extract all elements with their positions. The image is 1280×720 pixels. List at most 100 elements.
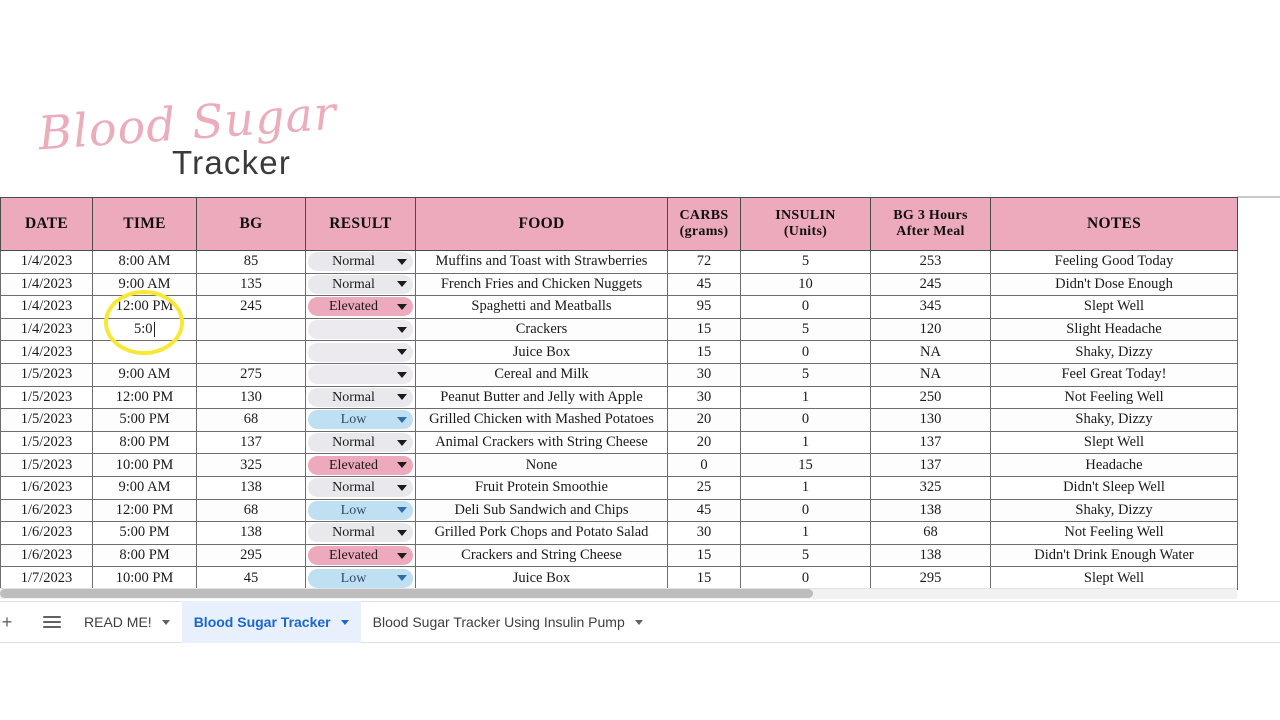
cell-notes[interactable]: Feeling Good Today bbox=[990, 250, 1238, 274]
cell-bg3[interactable]: 245 bbox=[870, 272, 991, 297]
chevron-down-icon[interactable] bbox=[397, 552, 407, 559]
cell-notes[interactable]: Not Feeling Well bbox=[990, 385, 1238, 410]
cell-bg3[interactable]: 345 bbox=[870, 295, 991, 319]
column-header-bg3[interactable]: BG 3 Hours After Meal bbox=[870, 197, 991, 251]
chevron-down-icon[interactable] bbox=[397, 462, 407, 469]
column-header-food[interactable]: FOOD bbox=[415, 197, 668, 251]
cell-date[interactable]: 1/6/2023 bbox=[0, 475, 93, 500]
cell-result[interactable]: Elevated bbox=[305, 295, 416, 319]
cell-insulin[interactable]: 5 bbox=[740, 543, 871, 568]
cell-insulin[interactable]: 1 bbox=[740, 521, 871, 545]
chevron-down-icon[interactable] bbox=[397, 371, 407, 378]
result-dropdown-chip[interactable] bbox=[308, 342, 413, 362]
cell-date[interactable]: 1/4/2023 bbox=[0, 272, 93, 297]
cell-time[interactable]: 12:00 PM bbox=[92, 295, 197, 319]
cell-bg3[interactable]: 138 bbox=[870, 543, 991, 568]
cell-food[interactable]: None bbox=[415, 453, 668, 477]
cell-time[interactable] bbox=[92, 340, 197, 364]
result-dropdown-chip[interactable]: Low bbox=[308, 410, 413, 430]
all-sheets-hamburger-icon[interactable] bbox=[32, 602, 72, 642]
cell-bg[interactable]: 45 bbox=[196, 566, 306, 590]
cell-time[interactable]: 8:00 AM bbox=[92, 250, 197, 274]
result-dropdown-chip[interactable]: Elevated bbox=[308, 297, 413, 317]
cell-notes[interactable]: Slight Headache bbox=[990, 317, 1238, 342]
cell-date[interactable]: 1/4/2023 bbox=[0, 340, 93, 364]
cell-carbs[interactable]: 72 bbox=[667, 250, 741, 274]
cell-bg3[interactable]: 137 bbox=[870, 453, 991, 477]
result-dropdown-chip[interactable]: Normal bbox=[308, 433, 413, 453]
cell-notes[interactable]: Slept Well bbox=[990, 566, 1238, 590]
cell-time[interactable]: 5:00 PM bbox=[92, 408, 197, 432]
cell-insulin[interactable]: 0 bbox=[740, 408, 871, 432]
cell-insulin[interactable]: 0 bbox=[740, 340, 871, 364]
cell-date[interactable]: 1/4/2023 bbox=[0, 295, 93, 319]
add-sheet-icon[interactable]: + bbox=[0, 607, 22, 637]
cell-bg[interactable]: 295 bbox=[196, 543, 306, 568]
cell-time[interactable]: 9:00 AM bbox=[92, 362, 197, 387]
cell-insulin[interactable]: 5 bbox=[740, 317, 871, 342]
cell-food[interactable]: Grilled Chicken with Mashed Potatoes bbox=[415, 408, 668, 432]
cell-time[interactable]: 12:00 PM bbox=[92, 385, 197, 410]
column-header-notes[interactable]: NOTES bbox=[990, 197, 1238, 251]
cell-time[interactable]: 10:00 PM bbox=[92, 566, 197, 590]
cell-notes[interactable]: Slept Well bbox=[990, 430, 1238, 455]
chevron-down-icon[interactable] bbox=[397, 529, 407, 536]
cell-time[interactable]: 12:00 PM bbox=[92, 498, 197, 523]
result-dropdown-chip[interactable]: Normal bbox=[308, 478, 413, 498]
cell-food[interactable]: Deli Sub Sandwich and Chips bbox=[415, 498, 668, 523]
chevron-down-icon[interactable] bbox=[634, 619, 643, 625]
cell-bg3[interactable]: 68 bbox=[870, 521, 991, 545]
cell-notes[interactable]: Feel Great Today! bbox=[990, 362, 1238, 387]
cell-notes[interactable]: Headache bbox=[990, 453, 1238, 477]
cell-food[interactable]: Cereal and Milk bbox=[415, 362, 668, 387]
result-dropdown-chip[interactable]: Low bbox=[308, 500, 413, 520]
column-header-carbs[interactable]: CARBS (grams) bbox=[667, 197, 741, 251]
chevron-down-icon[interactable] bbox=[397, 258, 407, 265]
cell-date[interactable]: 1/6/2023 bbox=[0, 498, 93, 523]
cell-date[interactable]: 1/4/2023 bbox=[0, 250, 93, 274]
cell-result[interactable]: Normal bbox=[305, 385, 416, 410]
cell-insulin[interactable]: 5 bbox=[740, 250, 871, 274]
chevron-down-icon[interactable] bbox=[397, 303, 407, 310]
cell-date[interactable]: 1/5/2023 bbox=[0, 385, 93, 410]
cell-result[interactable]: Normal bbox=[305, 272, 416, 297]
cell-date[interactable]: 1/6/2023 bbox=[0, 521, 93, 545]
chevron-down-icon[interactable] bbox=[161, 619, 170, 625]
cell-bg3[interactable]: 137 bbox=[870, 430, 991, 455]
cell-bg[interactable]: 130 bbox=[196, 385, 306, 410]
cell-notes[interactable]: Shaky, Dizzy bbox=[990, 408, 1238, 432]
cell-bg3[interactable]: 250 bbox=[870, 385, 991, 410]
cell-date[interactable]: 1/5/2023 bbox=[0, 430, 93, 455]
chevron-down-icon[interactable] bbox=[397, 439, 407, 446]
cell-carbs[interactable]: 25 bbox=[667, 475, 741, 500]
cell-food[interactable]: Fruit Protein Smoothie bbox=[415, 475, 668, 500]
cell-notes[interactable]: Not Feeling Well bbox=[990, 521, 1238, 545]
cell-carbs[interactable]: 30 bbox=[667, 521, 741, 545]
cell-food[interactable]: Spaghetti and Meatballs bbox=[415, 295, 668, 319]
cell-notes[interactable]: Shaky, Dizzy bbox=[990, 340, 1238, 364]
cell-bg[interactable]: 68 bbox=[196, 498, 306, 523]
cell-result[interactable]: Normal bbox=[305, 475, 416, 500]
chevron-down-icon[interactable] bbox=[397, 394, 407, 401]
result-dropdown-chip[interactable]: Normal bbox=[308, 274, 413, 294]
cell-food[interactable]: French Fries and Chicken Nuggets bbox=[415, 272, 668, 297]
cell-carbs[interactable]: 20 bbox=[667, 430, 741, 455]
cell-result[interactable]: Low bbox=[305, 498, 416, 523]
cell-bg3[interactable]: 325 bbox=[870, 475, 991, 500]
cell-insulin[interactable]: 0 bbox=[740, 295, 871, 319]
cell-insulin[interactable]: 15 bbox=[740, 453, 871, 477]
cell-result[interactable] bbox=[305, 340, 416, 364]
sheet-tab-1[interactable]: READ ME! bbox=[72, 601, 182, 643]
chevron-down-icon[interactable] bbox=[397, 416, 407, 423]
chevron-down-icon[interactable] bbox=[397, 507, 407, 514]
cell-insulin[interactable]: 1 bbox=[740, 475, 871, 500]
cell-bg[interactable] bbox=[196, 340, 306, 364]
cell-carbs[interactable]: 15 bbox=[667, 317, 741, 342]
cell-carbs[interactable]: 45 bbox=[667, 498, 741, 523]
column-header-result[interactable]: RESULT bbox=[305, 197, 416, 251]
cell-notes[interactable]: Shaky, Dizzy bbox=[990, 498, 1238, 523]
cell-date[interactable]: 1/4/2023 bbox=[0, 317, 93, 342]
cell-food[interactable]: Muffins and Toast with Strawberries bbox=[415, 250, 668, 274]
result-dropdown-chip[interactable]: Elevated bbox=[308, 546, 413, 566]
chevron-down-icon[interactable] bbox=[397, 326, 407, 333]
